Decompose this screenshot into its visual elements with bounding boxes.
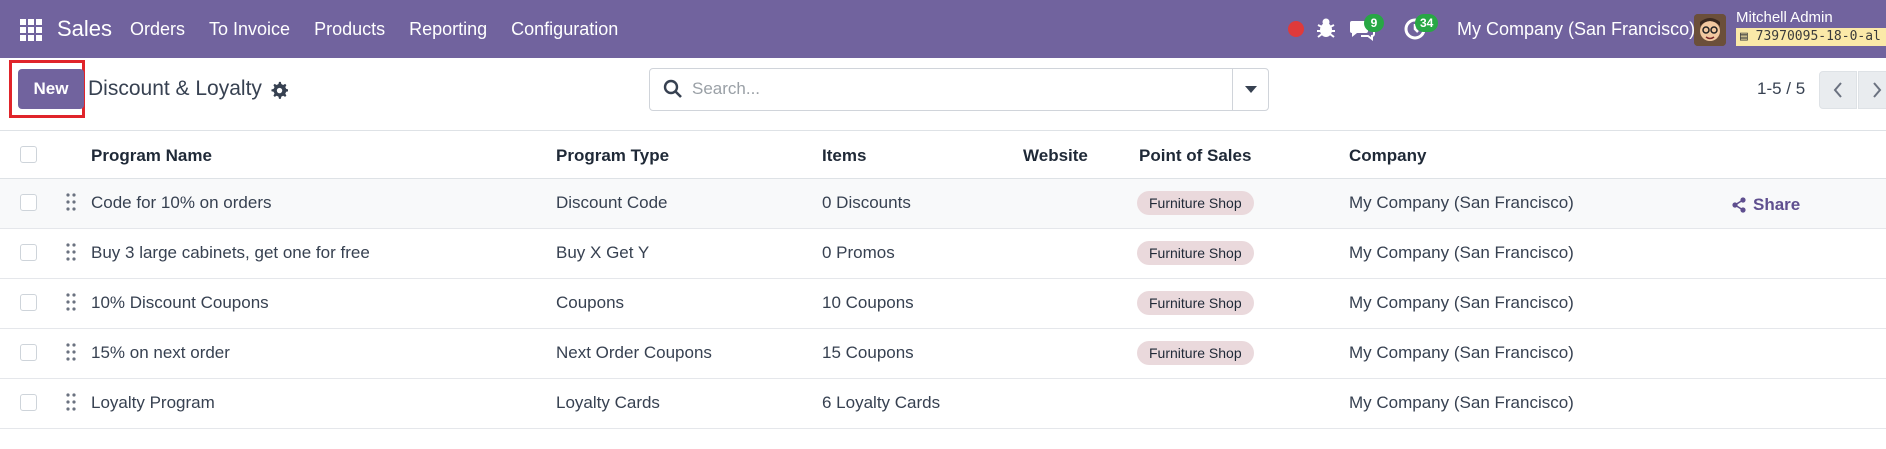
record-dot-icon[interactable] <box>1288 21 1304 37</box>
pager-previous-button[interactable] <box>1819 71 1857 109</box>
caret-down-icon <box>1245 86 1257 93</box>
main-menu: Orders To Invoice Products Reporting Con… <box>130 19 642 40</box>
program-items: 0 Discounts <box>822 193 911 212</box>
row-checkbox[interactable] <box>20 244 37 261</box>
program-type: Discount Code <box>556 193 668 212</box>
program-company: My Company (San Francisco) <box>1349 343 1574 362</box>
row-checkbox[interactable] <box>20 194 37 211</box>
program-name: Buy 3 large cabinets, get one for free <box>91 243 370 262</box>
column-point-of-sales[interactable]: Point of Sales <box>1139 146 1251 166</box>
apps-grid-icon[interactable] <box>20 19 42 41</box>
menu-item-reporting[interactable]: Reporting <box>409 19 487 40</box>
select-all-checkbox[interactable] <box>20 146 37 163</box>
share-button[interactable]: Share <box>1731 193 1800 217</box>
menu-item-configuration[interactable]: Configuration <box>511 19 618 40</box>
column-website[interactable]: Website <box>1023 146 1088 166</box>
activity-count-badge: 34 <box>1415 14 1439 32</box>
program-items: 0 Promos <box>822 243 895 262</box>
avatar[interactable] <box>1694 14 1726 46</box>
program-items: 6 Loyalty Cards <box>822 393 941 412</box>
program-name: Code for 10% on orders <box>91 193 272 212</box>
chevron-left-icon <box>1833 82 1842 98</box>
table-row[interactable] <box>0 329 1886 379</box>
program-name: 10% Discount Coupons <box>91 293 269 312</box>
row-checkbox[interactable] <box>20 394 37 411</box>
gear-icon[interactable] <box>270 81 288 99</box>
program-name: 15% on next order <box>91 343 230 362</box>
drag-handle-icon[interactable] <box>66 243 76 261</box>
drag-handle-icon[interactable] <box>66 343 76 361</box>
table-header <box>0 131 1886 179</box>
program-items: 15 Coupons <box>822 343 914 362</box>
table-row[interactable] <box>0 179 1886 229</box>
program-company: My Company (San Francisco) <box>1349 393 1574 412</box>
page-title: Discount & Loyalty <box>88 77 262 100</box>
search-icon <box>663 79 682 98</box>
search-input[interactable] <box>692 70 1222 108</box>
program-type: Buy X Get Y <box>556 243 650 262</box>
menu-item-to-invoice[interactable]: To Invoice <box>209 19 290 40</box>
database-icon: ▤ <box>1740 29 1748 44</box>
program-company: My Company (San Francisco) <box>1349 243 1574 262</box>
pos-tag: Furniture Shop <box>1137 191 1254 215</box>
column-program-type[interactable]: Program Type <box>556 146 669 166</box>
column-program-name[interactable]: Program Name <box>91 146 212 166</box>
program-type: Next Order Coupons <box>556 343 712 362</box>
column-company[interactable]: Company <box>1349 146 1426 166</box>
company-switcher[interactable]: My Company (San Francisco) <box>1457 19 1695 40</box>
program-company: My Company (San Francisco) <box>1349 193 1574 212</box>
pos-tag: Furniture Shop <box>1137 341 1254 365</box>
program-company: My Company (San Francisco) <box>1349 293 1574 312</box>
pager-next-button[interactable] <box>1858 71 1886 109</box>
program-type: Loyalty Cards <box>556 393 660 412</box>
app-name[interactable]: Sales <box>57 16 112 42</box>
share-label: Share <box>1753 195 1801 214</box>
chevron-right-icon <box>1873 82 1882 98</box>
table-row[interactable] <box>0 379 1886 429</box>
row-checkbox[interactable] <box>20 294 37 311</box>
drag-handle-icon[interactable] <box>66 293 76 311</box>
database-tag: ▤ 73970095-18-0-al <box>1736 28 1886 46</box>
drag-handle-icon[interactable] <box>66 393 76 411</box>
share-icon <box>1732 197 1746 213</box>
pos-tag: Furniture Shop <box>1137 241 1254 265</box>
new-button[interactable]: New <box>18 69 84 109</box>
pos-tag: Furniture Shop <box>1137 291 1254 315</box>
pager-value[interactable]: 1-5 / 5 <box>1757 79 1805 99</box>
menu-item-orders[interactable]: Orders <box>130 19 185 40</box>
menu-item-products[interactable]: Products <box>314 19 385 40</box>
chat-count-badge: 9 <box>1364 14 1384 32</box>
drag-handle-icon[interactable] <box>66 193 76 211</box>
user-name[interactable]: Mitchell Admin <box>1736 9 1833 26</box>
program-type: Coupons <box>556 293 625 312</box>
table-row[interactable] <box>0 279 1886 329</box>
column-items[interactable]: Items <box>822 146 866 166</box>
search-options-toggle[interactable] <box>1232 68 1269 111</box>
database-name: 73970095-18-0-al <box>1755 29 1881 44</box>
bug-icon[interactable] <box>1315 16 1337 40</box>
program-name: Loyalty Program <box>91 393 215 412</box>
row-checkbox[interactable] <box>20 344 37 361</box>
top-navbar: Sales Orders To Invoice Products Reporti… <box>0 0 1886 58</box>
program-items: 10 Coupons <box>822 293 914 312</box>
